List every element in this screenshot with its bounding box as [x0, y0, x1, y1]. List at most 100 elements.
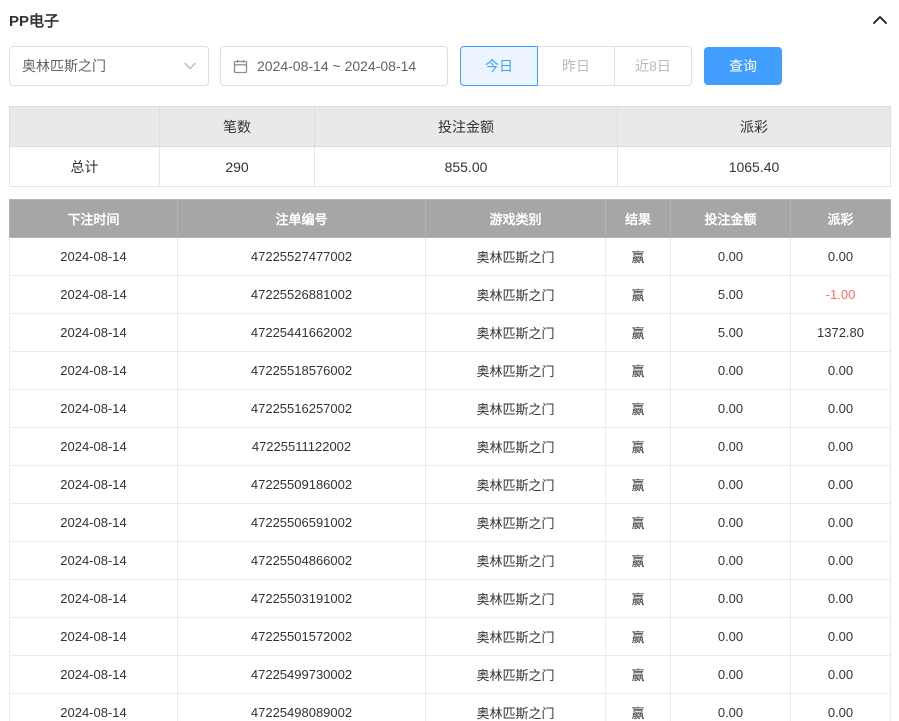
bet-id-cell: 47225526881002 [178, 276, 426, 314]
filter-controls: 奥林匹斯之门 2024-08-14 ~ 2024-08-14 今日 昨日 [9, 46, 890, 86]
payout-cell: 0.00 [791, 542, 891, 580]
game-type-cell: 奥林匹斯之门 [426, 466, 606, 504]
result-cell: 赢 [606, 276, 671, 314]
records-column-header: 下注时间 [10, 200, 178, 238]
game-select[interactable]: 奥林匹斯之门 [9, 46, 209, 86]
bet-id-cell: 47225518576002 [178, 352, 426, 390]
game-select-value: 奥林匹斯之门 [22, 56, 106, 76]
bet-id-cell: 47225504866002 [178, 542, 426, 580]
yesterday-button[interactable]: 昨日 [537, 46, 615, 86]
bet-time-cell: 2024-08-14 [10, 656, 178, 694]
pp-electronic-panel: PP电子 奥林匹斯之门 [0, 0, 899, 721]
payout-cell: 0.00 [791, 238, 891, 276]
game-type-cell: 奥林匹斯之门 [426, 238, 606, 276]
table-row: 2024-08-1447225516257002奥林匹斯之门赢0.000.00 [10, 390, 891, 428]
bet-time-cell: 2024-08-14 [10, 618, 178, 656]
result-cell: 赢 [606, 390, 671, 428]
bet-time-cell: 2024-08-14 [10, 276, 178, 314]
page-title: PP电子 [9, 10, 59, 31]
today-button[interactable]: 今日 [460, 46, 538, 86]
bet-id-cell: 47225527477002 [178, 238, 426, 276]
summary-total-row: 总计290855.001065.40 [10, 147, 891, 187]
date-range-picker[interactable]: 2024-08-14 ~ 2024-08-14 [220, 46, 448, 86]
table-row: 2024-08-1447225518576002奥林匹斯之门赢0.000.00 [10, 352, 891, 390]
result-cell: 赢 [606, 466, 671, 504]
result-cell: 赢 [606, 352, 671, 390]
summary-table: 笔数投注金额派彩 总计290855.001065.40 [9, 106, 891, 187]
bet-amount-cell: 0.00 [671, 580, 791, 618]
chevron-up-icon [872, 15, 888, 25]
summary-column-header [10, 107, 160, 147]
payout-cell: 0.00 [791, 352, 891, 390]
bet-amount-cell: 5.00 [671, 276, 791, 314]
result-cell: 赢 [606, 618, 671, 656]
table-row: 2024-08-1447225509186002奥林匹斯之门赢0.000.00 [10, 466, 891, 504]
payout-cell: 0.00 [791, 618, 891, 656]
result-cell: 赢 [606, 542, 671, 580]
bet-time-cell: 2024-08-14 [10, 428, 178, 466]
bet-records-table: 下注时间注单编号游戏类别结果投注金额派彩 2024-08-14472255274… [9, 199, 891, 721]
payout-cell: 0.00 [791, 580, 891, 618]
records-column-header: 派彩 [791, 200, 891, 238]
game-type-cell: 奥林匹斯之门 [426, 504, 606, 542]
records-column-header: 结果 [606, 200, 671, 238]
summary-value: 855.00 [315, 147, 618, 187]
bet-amount-cell: 0.00 [671, 238, 791, 276]
summary-row-label: 总计 [10, 147, 160, 187]
records-body: 2024-08-1447225527477002奥林匹斯之门赢0.000.002… [10, 238, 891, 721]
bet-time-cell: 2024-08-14 [10, 238, 178, 276]
last-8-days-button[interactable]: 近8日 [614, 46, 692, 86]
summary-value: 1065.40 [618, 147, 891, 187]
bet-amount-cell: 0.00 [671, 542, 791, 580]
table-row: 2024-08-1447225511122002奥林匹斯之门赢0.000.00 [10, 428, 891, 466]
payout-cell: 0.00 [791, 428, 891, 466]
bet-id-cell: 47225499730002 [178, 656, 426, 694]
bet-time-cell: 2024-08-14 [10, 694, 178, 721]
result-cell: 赢 [606, 238, 671, 276]
bet-time-cell: 2024-08-14 [10, 504, 178, 542]
bet-id-cell: 47225498089002 [178, 694, 426, 721]
calendar-icon [233, 59, 248, 74]
result-cell: 赢 [606, 694, 671, 721]
summary-value: 290 [160, 147, 315, 187]
bet-time-cell: 2024-08-14 [10, 466, 178, 504]
game-type-cell: 奥林匹斯之门 [426, 618, 606, 656]
panel-header: PP电子 [9, 6, 890, 34]
result-cell: 赢 [606, 504, 671, 542]
result-cell: 赢 [606, 580, 671, 618]
bet-id-cell: 47225516257002 [178, 390, 426, 428]
bet-time-cell: 2024-08-14 [10, 314, 178, 352]
query-button[interactable]: 查询 [704, 47, 782, 85]
summary-column-header: 笔数 [160, 107, 315, 147]
game-type-cell: 奥林匹斯之门 [426, 276, 606, 314]
payout-cell: 0.00 [791, 504, 891, 542]
payout-cell: -1.00 [791, 276, 891, 314]
bet-amount-cell: 0.00 [671, 390, 791, 428]
table-row: 2024-08-1447225441662002奥林匹斯之门赢5.001372.… [10, 314, 891, 352]
bet-id-cell: 47225511122002 [178, 428, 426, 466]
bet-amount-cell: 0.00 [671, 618, 791, 656]
payout-cell: 1372.80 [791, 314, 891, 352]
bet-id-cell: 47225501572002 [178, 618, 426, 656]
game-type-cell: 奥林匹斯之门 [426, 352, 606, 390]
table-row: 2024-08-1447225503191002奥林匹斯之门赢0.000.00 [10, 580, 891, 618]
table-row: 2024-08-1447225501572002奥林匹斯之门赢0.000.00 [10, 618, 891, 656]
game-type-cell: 奥林匹斯之门 [426, 580, 606, 618]
result-cell: 赢 [606, 428, 671, 466]
payout-cell: 0.00 [791, 390, 891, 428]
records-column-header: 注单编号 [178, 200, 426, 238]
payout-cell: 0.00 [791, 466, 891, 504]
bet-id-cell: 47225509186002 [178, 466, 426, 504]
summary-header-row: 笔数投注金额派彩 [10, 107, 891, 147]
collapse-panel-button[interactable] [870, 13, 890, 27]
bet-id-cell: 47225441662002 [178, 314, 426, 352]
bet-amount-cell: 0.00 [671, 428, 791, 466]
result-cell: 赢 [606, 314, 671, 352]
bet-time-cell: 2024-08-14 [10, 390, 178, 428]
bet-time-cell: 2024-08-14 [10, 542, 178, 580]
chevron-down-icon [184, 62, 196, 70]
bet-id-cell: 47225506591002 [178, 504, 426, 542]
bet-time-cell: 2024-08-14 [10, 352, 178, 390]
table-row: 2024-08-1447225527477002奥林匹斯之门赢0.000.00 [10, 238, 891, 276]
bet-amount-cell: 5.00 [671, 314, 791, 352]
